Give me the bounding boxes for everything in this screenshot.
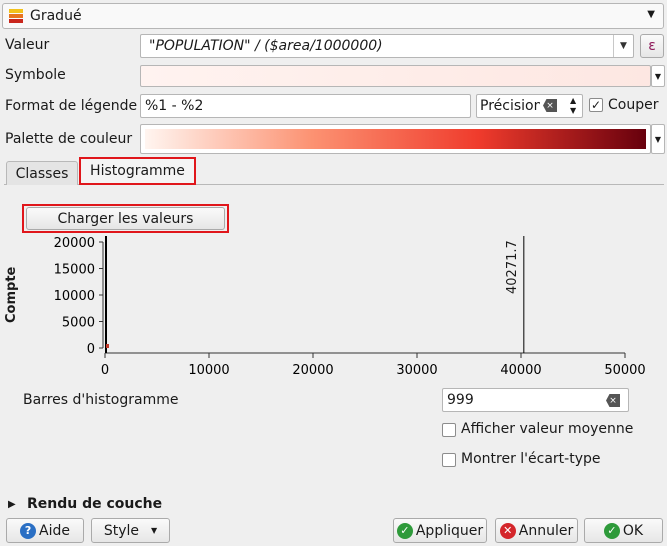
histogram-ylabel: Compte [4,266,19,323]
bins-value: 999 [447,392,474,408]
renderer-label: Gradué [30,8,82,24]
histogram-bars [105,236,525,353]
symbol-button[interactable] [140,65,651,87]
help-button[interactable]: ? Aide [6,518,84,543]
cut-checkbox[interactable]: ✓ [589,98,603,112]
x-axis: 0 10000 20000 30000 40000 50000 [101,352,646,378]
color-ramp-label: Palette de couleur [5,131,133,147]
precision-placeholder: Précision [480,98,540,114]
help-label: Aide [39,522,70,539]
color-ramp-button[interactable] [140,124,651,154]
y-axis: 20000 15000 10000 5000 0 [54,236,104,357]
x-tick-label: 40000 [500,363,541,378]
style-button[interactable]: Style ▼ [91,518,170,543]
graduated-renderer-icon [9,9,23,23]
apply-label: Appliquer [415,522,484,539]
ok-label: OK [622,522,644,539]
cancel-button[interactable]: ✕ Annuler [495,518,578,543]
chevron-down-icon[interactable]: ▼ [613,35,633,57]
y-tick-label: 5000 [62,316,95,331]
show-mean-checkbox[interactable] [442,423,456,437]
y-tick-label: 0 [87,342,95,357]
cancel-circle-icon: ✕ [499,522,516,539]
bins-label: Barres d'histogramme [23,392,179,408]
load-values-label: Charger les valeurs [57,210,194,227]
checkmark-icon: ✓ [590,98,602,112]
x-tick-label: 50000 [604,363,645,378]
y-tick-label: 15000 [54,263,95,278]
chevron-down-icon: ▼ [654,134,662,144]
spin-down-icon[interactable]: ▼ [570,106,576,115]
color-ramp-gradient [145,129,646,149]
histogram-chart: 20000150001000050000 0 10000 20000 30000 400… [54,236,646,378]
value-label: Valeur [5,37,50,53]
x-tick-label: 20000 [292,363,333,378]
y-tick-label: 20000 [54,236,95,251]
layer-rendering-label[interactable]: Rendu de couche [27,496,162,512]
apply-button[interactable]: ✓ Appliquer [393,518,487,543]
value-expression-field[interactable]: "POPULATION" / ($area/1000000) ▼ [140,34,634,58]
show-std-checkbox[interactable] [442,453,456,467]
chevron-down-icon[interactable]: ▼ [647,9,655,20]
precision-spinbox[interactable]: Précision × ▲ ▼ [476,94,583,118]
check-circle-icon: ✓ [603,522,620,539]
chevron-down-icon: ▼ [151,526,158,535]
expand-arrow-icon[interactable]: ▶ [8,499,16,510]
clear-icon[interactable]: × [606,394,620,407]
tab-classes[interactable]: Classes [6,161,78,185]
value-expression-text: "POPULATION" / ($area/1000000) [149,38,383,54]
chevron-down-icon: ▼ [654,71,662,81]
help-icon: ? [20,522,37,539]
expression-button[interactable]: ε [640,34,664,58]
bins-input[interactable]: 999 × [442,388,629,412]
tab-histogram[interactable]: Histogramme [79,157,196,185]
legend-format-input[interactable]: %1 - %2 [140,94,471,118]
renderer-select[interactable]: Gradué ▼ [2,3,664,29]
symbol-dropdown[interactable]: ▼ [651,65,665,87]
epsilon-icon: ε [648,38,656,54]
x-tick-label: 0 [101,363,109,378]
cancel-label: Annuler [518,522,574,539]
show-mean-label: Afficher valeur moyenne [461,421,634,437]
mean-marker-label: 40271.7 [505,240,520,294]
legend-format-value: %1 - %2 [145,98,204,114]
color-ramp-dropdown[interactable]: ▼ [651,124,665,154]
clear-icon[interactable]: × [543,99,557,112]
y-tick-label: 10000 [54,289,95,304]
tab-classes-label: Classes [15,165,69,182]
x-tick-label: 10000 [188,363,229,378]
cut-label: Couper [608,97,659,113]
load-values-button[interactable]: Charger les valeurs [26,207,225,230]
ok-button[interactable]: ✓ OK [584,518,663,543]
show-std-label: Montrer l'écart-type [461,451,601,467]
check-circle-icon: ✓ [396,522,413,539]
symbol-label: Symbole [5,67,66,83]
x-tick-label: 30000 [396,363,437,378]
tab-histogram-label: Histogramme [90,163,185,179]
histogram-bar [106,344,109,348]
legend-format-label: Format de légende [5,98,138,114]
style-label: Style [103,522,139,539]
spin-up-icon[interactable]: ▲ [570,96,576,105]
